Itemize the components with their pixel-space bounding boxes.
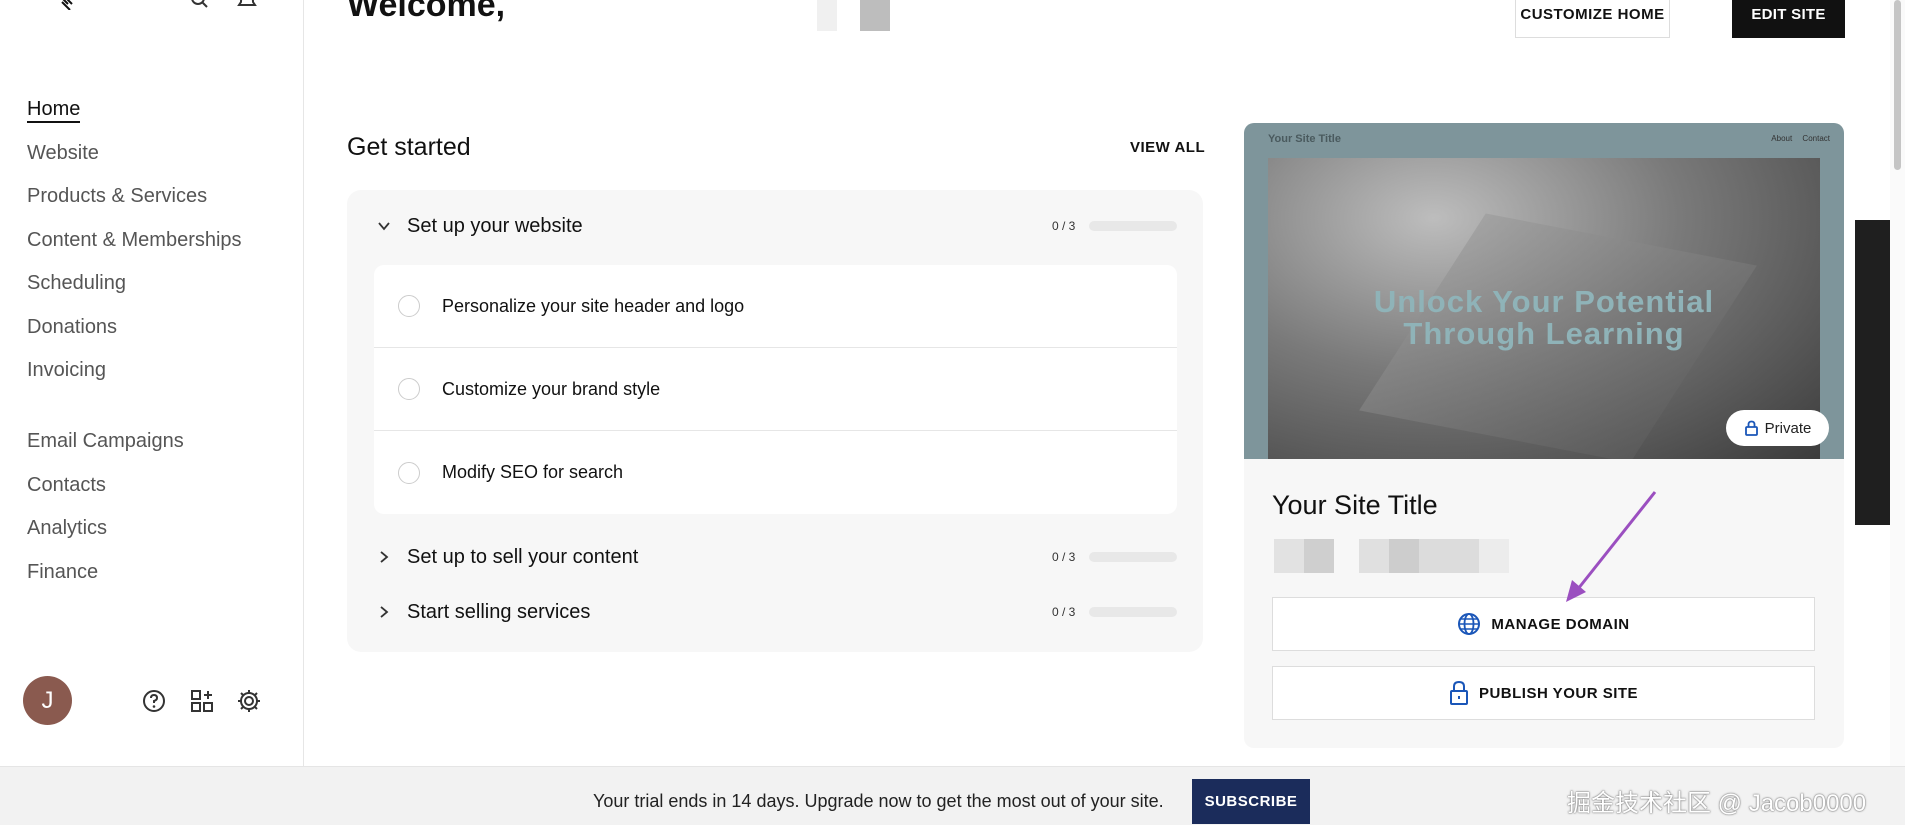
preview-nav-contact: Contact [1802,134,1830,143]
manage-domain-button[interactable]: MANAGE DOMAIN [1272,597,1815,651]
section-label: Start selling services [407,600,591,623]
redacted-block [1274,539,1304,573]
sidebar-item-finance[interactable]: Finance [27,558,184,602]
globe-icon [1458,613,1481,635]
section-progress: 0 / 3 [1052,550,1076,564]
site-preview[interactable]: Your Site Title About Contact Unlock You… [1244,123,1844,459]
lock-icon [1744,420,1758,436]
redacted-name-block [860,0,890,31]
site-card: Your Site Title About Contact Unlock You… [1244,123,1844,748]
sidebar-footer: J [23,676,273,726]
apps-icon[interactable] [189,688,215,714]
preview-nav: About Contact [1763,134,1830,143]
chevron-down-icon [378,222,390,231]
view-all-link[interactable]: VIEW ALL [1130,139,1205,156]
progress-bar [1089,607,1177,617]
sidebar-item-invoicing[interactable]: Invoicing [27,356,242,400]
progress-bar [1089,221,1177,231]
sidebar-nav-primary: Home Website Products & Services Content… [27,95,242,400]
task-label: Customize your brand style [442,378,661,399]
sidebar-top-icons [26,0,266,14]
sidebar-item-products-services[interactable]: Products & Services [27,182,242,226]
section-progress: 0 / 3 [1052,605,1076,619]
get-started-title: Get started [347,133,471,161]
preview-site-title: Your Site Title [1268,133,1341,145]
section-sell-content[interactable]: Set up to sell your content 0 / 3 [347,537,1203,577]
task-label: Personalize your site header and logo [442,295,745,316]
task-checkbox[interactable] [398,461,420,484]
site-title: Your Site Title [1272,490,1438,520]
search-icon[interactable] [188,0,210,10]
redacted-block [1389,539,1419,573]
preview-nav-about: About [1771,134,1793,143]
get-started-card: Set up your website 0 / 3 Personalize yo… [347,190,1203,652]
chevron-right-icon [380,606,389,618]
section-sell-services[interactable]: Start selling services 0 / 3 [347,592,1203,632]
progress-bar [1089,552,1177,562]
task-checkbox[interactable] [398,295,420,317]
sidebar-item-email-campaigns[interactable]: Email Campaigns [27,427,184,471]
task-label: Modify SEO for search [442,462,624,482]
avatar[interactable]: J [23,676,72,725]
task-modify-seo[interactable]: Modify SEO for search [374,431,1177,514]
sidebar-item-donations[interactable]: Donations [27,313,242,357]
section-set-up-website[interactable]: Set up your website 0 / 3 [347,206,1203,246]
main-content: Welcome, CUSTOMIZE HOME EDIT SITE Get st… [305,0,1905,766]
task-customize-brand[interactable]: Customize your brand style [374,348,1177,431]
welcome-heading: Welcome, [347,0,506,24]
preview-headline-line-1: Unlock Your Potential [1373,284,1715,319]
preview-headline-line-2: Through Learning [1403,316,1685,351]
redacted-name-block [817,0,837,31]
redacted-block [1479,539,1509,573]
lock-icon [1449,680,1468,705]
private-label: Private [1764,419,1812,437]
section-label: Set up your website [407,214,583,237]
settings-icon[interactable] [236,688,262,714]
sidebar: Home Website Products & Services Content… [0,0,304,766]
sidebar-item-analytics[interactable]: Analytics [27,514,184,558]
task-personalize-header[interactable]: Personalize your site header and logo [374,265,1177,348]
trial-message: Your trial ends in 14 days. Upgrade now … [593,791,1164,811]
section-progress: 0 / 3 [1052,219,1076,233]
sidebar-item-website[interactable]: Website [27,139,242,183]
chevron-right-icon [380,551,389,563]
redacted-block [1359,539,1389,573]
task-list: Personalize your site header and logo Cu… [374,265,1177,514]
redacted-block [1419,539,1479,573]
sidebar-item-scheduling[interactable]: Scheduling [27,269,242,313]
sidebar-nav-secondary: Email Campaigns Contacts Analytics Finan… [27,427,184,601]
task-checkbox[interactable] [398,378,420,400]
subscribe-button[interactable]: SUBSCRIBE [1192,779,1310,824]
publish-site-label: PUBLISH YOUR SITE [1478,684,1639,702]
preview-headline: Unlock Your Potential Through Learning [1268,286,1820,350]
publish-site-button[interactable]: PUBLISH YOUR SITE [1272,666,1815,720]
bell-icon[interactable] [236,0,258,10]
sidebar-item-home[interactable]: Home [27,95,242,139]
scrollbar-thumb[interactable] [1894,0,1901,170]
page-scrollbar[interactable] [1890,0,1905,766]
edit-site-button[interactable]: EDIT SITE [1732,0,1845,38]
redacted-block [1304,539,1334,573]
sidebar-item-content-memberships[interactable]: Content & Memberships [27,226,242,270]
watermark: 掘金技术社区 @ Jacob0000 [1567,790,1867,817]
logo-icon[interactable] [56,0,78,10]
section-label: Set up to sell your content [407,545,639,568]
trial-banner: Your trial ends in 14 days. Upgrade now … [0,766,1905,825]
customize-home-button[interactable]: CUSTOMIZE HOME [1515,0,1670,38]
annotation-arrow-icon [1566,491,1657,602]
private-badge[interactable]: Private [1726,410,1829,446]
sidebar-item-contacts[interactable]: Contacts [27,471,184,515]
help-icon[interactable] [141,688,167,714]
manage-domain-label: MANAGE DOMAIN [1491,615,1630,633]
